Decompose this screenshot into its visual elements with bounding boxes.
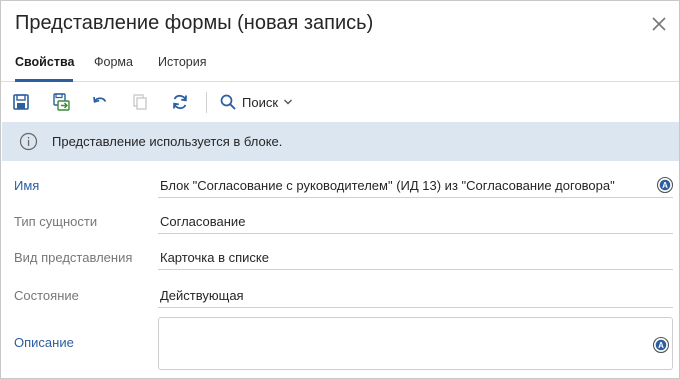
entity-type-label: Тип сущности <box>14 214 98 229</box>
search-label: Поиск <box>242 94 279 110</box>
save-and-close-icon <box>53 93 70 111</box>
localization-icon[interactable]: A <box>656 176 674 194</box>
tab-bar: Свойства Форма История <box>1 51 679 82</box>
name-label: Имя <box>14 178 40 193</box>
search-button[interactable]: Поиск <box>219 90 293 114</box>
entity-type-value: Согласование <box>160 214 246 229</box>
state-label: Состояние <box>14 288 79 303</box>
active-tab-indicator <box>15 79 73 82</box>
close-button[interactable] <box>648 13 670 35</box>
refresh-icon <box>173 94 187 110</box>
name-field[interactable]: Блок "Согласование с руководителем" (ИД … <box>158 174 674 198</box>
toolbar: Поиск <box>1 83 679 121</box>
svg-text:A: A <box>662 181 668 190</box>
svg-text:A: A <box>658 341 664 350</box>
entity-type-field[interactable]: Согласование <box>158 210 673 234</box>
close-icon <box>652 17 666 31</box>
refresh-button[interactable] <box>168 90 192 114</box>
tab-properties[interactable]: Свойства <box>15 55 74 69</box>
view-kind-field[interactable]: Карточка в списке <box>158 246 673 270</box>
dialog-title: Представление формы (новая запись) <box>15 12 374 34</box>
save-icon <box>13 94 29 110</box>
tab-form[interactable]: Форма <box>94 55 133 69</box>
description-textarea[interactable]: A <box>158 317 673 370</box>
view-kind-value: Карточка в списке <box>160 250 269 265</box>
save-button[interactable] <box>9 90 33 114</box>
view-kind-label: Вид представления <box>14 250 133 265</box>
name-value: Блок "Согласование с руководителем" (ИД … <box>160 178 615 193</box>
state-value: Действующая <box>160 288 244 303</box>
tab-history[interactable]: История <box>158 55 206 69</box>
state-field[interactable]: Действующая <box>158 284 673 308</box>
description-label: Описание <box>14 335 74 350</box>
undo-button[interactable] <box>88 90 112 114</box>
info-message: Представление используется в блоке. <box>52 134 283 149</box>
dialog-window: Представление формы (новая запись) Свойс… <box>0 0 680 379</box>
toolbar-separator <box>206 92 207 113</box>
info-icon <box>19 132 38 151</box>
localization-icon[interactable]: A <box>652 336 670 354</box>
undo-icon <box>93 96 107 103</box>
info-banner: Представление используется в блоке. <box>2 122 679 161</box>
search-icon <box>220 94 236 110</box>
copy-button[interactable] <box>128 90 152 114</box>
copy-icon <box>133 94 147 110</box>
chevron-down-icon <box>284 99 293 105</box>
save-and-close-button[interactable] <box>49 90 73 114</box>
